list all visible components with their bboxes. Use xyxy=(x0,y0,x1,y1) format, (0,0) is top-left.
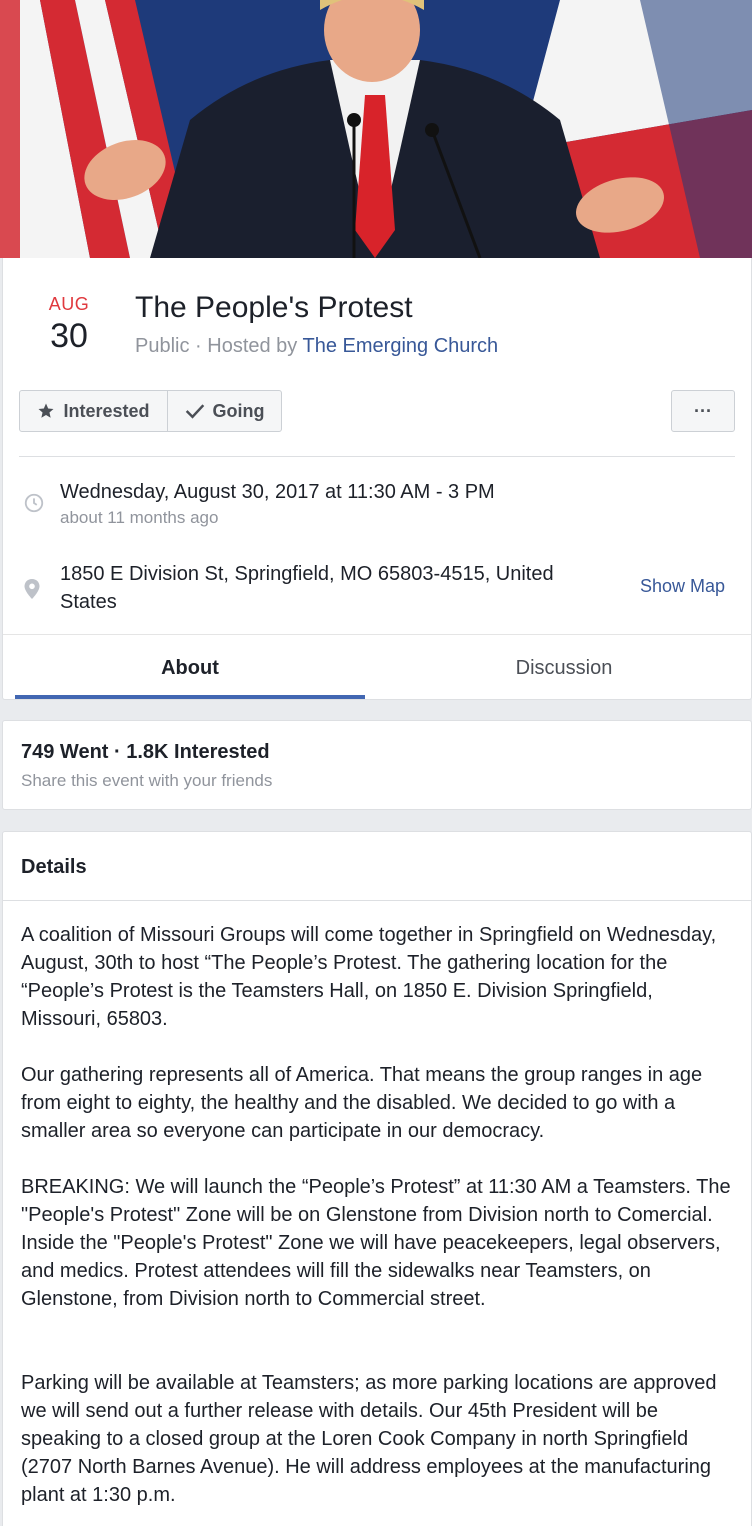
event-subtitle: Public · Hosted by The Emerging Church xyxy=(135,335,498,358)
event-cover-photo[interactable] xyxy=(0,0,752,258)
star-icon xyxy=(37,402,55,420)
details-paragraph: BREAKING: We will launch the “People’s P… xyxy=(21,1176,731,1310)
details-card: Details A coalition of Missouri Groups w… xyxy=(2,831,752,1526)
header-divider xyxy=(19,456,735,457)
details-paragraph: A coalition of Missouri Groups will come… xyxy=(21,924,717,1030)
event-datetime: Wednesday, August 30, 2017 at 11:30 AM -… xyxy=(60,481,495,503)
hosted-by-prefix: · Hosted by xyxy=(189,335,303,357)
tab-about[interactable]: About xyxy=(15,635,365,701)
event-relative-time: about 11 months ago xyxy=(60,508,219,527)
details-paragraph: Parking will be available at Teamsters; … xyxy=(21,1372,717,1506)
event-title: The People's Protest xyxy=(135,291,413,324)
tab-discussion[interactable]: Discussion xyxy=(379,635,749,701)
interested-label: Interested xyxy=(63,400,150,421)
clock-icon xyxy=(23,492,45,519)
details-heading: Details xyxy=(21,856,87,878)
details-divider xyxy=(3,900,751,901)
event-privacy: Public xyxy=(135,335,190,357)
event-header-card: AUG 30 The People's Protest Public · Hos… xyxy=(2,258,752,700)
going-button[interactable]: Going xyxy=(167,390,282,432)
event-tabs: About Discussion xyxy=(3,634,751,700)
attendance-summary[interactable]: 749 Went · 1.8K Interested xyxy=(21,741,270,764)
interested-button[interactable]: Interested xyxy=(19,390,168,432)
more-dots-icon: ··· xyxy=(694,400,712,421)
active-tab-indicator xyxy=(15,695,365,699)
show-map-link[interactable]: Show Map xyxy=(640,576,725,597)
share-event-text[interactable]: Share this event with your friends xyxy=(21,771,272,791)
map-pin-icon xyxy=(23,578,41,605)
more-options-button[interactable]: ··· xyxy=(671,390,735,432)
event-host-link[interactable]: The Emerging Church xyxy=(303,335,499,357)
details-paragraph: Our gathering represents all of America.… xyxy=(21,1064,703,1142)
cover-image xyxy=(0,0,752,258)
event-month: AUG xyxy=(48,294,90,314)
check-icon xyxy=(185,402,205,420)
event-date-block: AUG 30 xyxy=(3,294,135,356)
event-address-line2: States xyxy=(60,591,117,613)
details-body: A coalition of Missouri Groups will come… xyxy=(21,921,737,1509)
attendance-card: 749 Went · 1.8K Interested Share this ev… xyxy=(2,720,752,810)
event-day: 30 xyxy=(50,317,88,355)
going-label: Going xyxy=(212,400,265,421)
event-address-line1: 1850 E Division St, Springfield, MO 6580… xyxy=(60,563,554,585)
